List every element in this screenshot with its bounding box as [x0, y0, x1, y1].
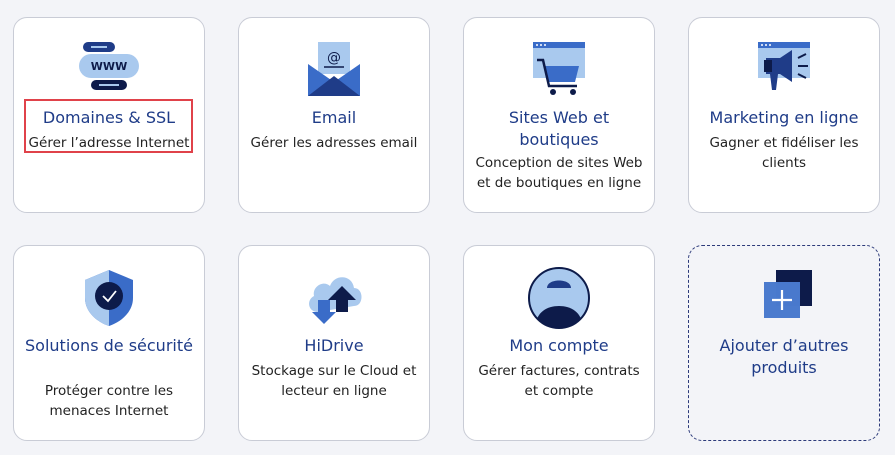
user-avatar-icon	[527, 266, 591, 330]
card-ajouter-produits[interactable]: Ajouter d’autres produits	[688, 245, 880, 441]
card-title: Domaines & SSL	[42, 108, 176, 127]
card-title: Email	[311, 108, 357, 127]
envelope-icon: @	[302, 38, 366, 102]
card-description: Stockage sur le Cloud et lecteur en lign…	[251, 363, 417, 399]
card-marketing[interactable]: Marketing en ligne Gagner et fidéliser l…	[688, 17, 880, 213]
card-sites-web[interactable]: Sites Web et boutiques Conception de sit…	[463, 17, 655, 213]
card-title: HiDrive	[304, 336, 364, 355]
card-description: Gérer les adresses email	[250, 135, 418, 151]
shield-check-icon	[77, 266, 141, 330]
card-title: Solutions de sécurité	[25, 336, 193, 355]
card-mon-compte[interactable]: Mon compte Gérer factures, contrats et c…	[463, 245, 655, 441]
card-description: Gérer factures, contrats et compte	[478, 363, 640, 399]
megaphone-icon	[752, 38, 816, 102]
card-title: Sites Web et boutiques	[508, 108, 610, 149]
card-title: Mon compte	[509, 336, 609, 355]
svg-text:@: @	[327, 50, 341, 66]
svg-text:WWW: WWW	[91, 60, 127, 73]
card-email[interactable]: @ Email Gérer les adresses email	[238, 17, 430, 213]
card-description: Conception de sites Web et de boutiques …	[475, 155, 643, 191]
card-securite[interactable]: Solutions de sécurité Protéger contre le…	[13, 245, 205, 441]
card-description: Protéger contre les menaces Internet	[44, 383, 174, 419]
card-domaines-ssl[interactable]: WWW Domaines & SSL Gérer l’adresse Inter…	[13, 17, 205, 213]
card-description: Gérer l’adresse Internet	[28, 135, 190, 151]
add-product-icon	[752, 266, 816, 330]
card-hidrive[interactable]: HiDrive Stockage sur le Cloud et lecteur…	[238, 245, 430, 441]
www-icon: WWW	[77, 38, 141, 102]
card-title: Marketing en ligne	[709, 108, 859, 127]
card-description: Gagner et fidéliser les clients	[709, 135, 859, 171]
cloud-upload-icon	[302, 266, 366, 330]
shopping-cart-icon	[527, 38, 591, 102]
card-title: Ajouter d’autres produits	[719, 336, 849, 377]
